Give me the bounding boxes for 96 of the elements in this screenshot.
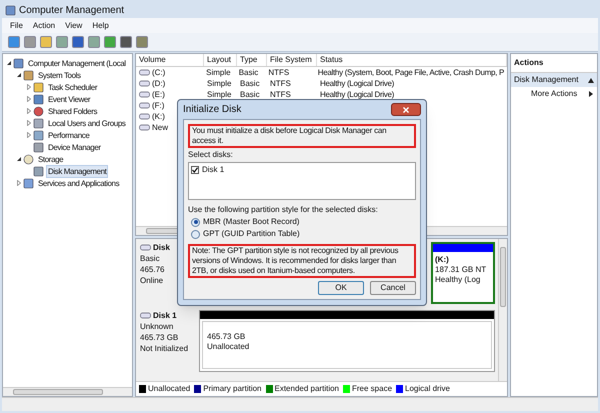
- disk-checkbox[interactable]: Disk 1: [191, 165, 224, 175]
- table-cell: (K:): [152, 110, 165, 122]
- action-link[interactable]: More Actions: [531, 88, 578, 100]
- drive-icon: [139, 67, 150, 78]
- tree-item[interactable]: Disk Management: [46, 164, 108, 178]
- column-header[interactable]: Volume: [136, 54, 204, 66]
- table-cell: Basic: [240, 88, 260, 100]
- tree-item[interactable]: Event Viewer: [46, 92, 92, 106]
- radio[interactable]: [191, 230, 200, 238]
- expand-arrow-icon[interactable]: [26, 120, 32, 126]
- table-cell: (C:): [152, 66, 166, 78]
- menu-item[interactable]: File: [10, 20, 23, 32]
- drive-icon: [139, 122, 150, 133]
- expand-arrow-icon[interactable]: [26, 108, 32, 114]
- table-cell: (E:): [152, 88, 165, 100]
- partition-detail: 465.73 GB: [207, 332, 246, 342]
- partition-style-label: Use the following partition style for the selected disks:: [188, 205, 378, 215]
- tree-item[interactable]: Services and Applications: [36, 176, 122, 190]
- partition-block[interactable]: (K:) 187.31 GB NT Healthy (Log: [431, 242, 495, 304]
- disk-detail: Online: [140, 275, 164, 286]
- check-icon: [192, 167, 198, 173]
- disk-detail: 465.73 GB: [140, 332, 178, 343]
- tree-item[interactable]: Task Scheduler: [46, 80, 100, 94]
- legend-label: Primary partition: [203, 383, 262, 395]
- dialog-note: Note: The GPT partition style is not recognized by all previous versions of Windows. It is recommended for disks larger than 2TB, or disks used on Itanium-based computers.: [188, 244, 416, 278]
- partition-label: (K:): [435, 255, 449, 265]
- table-cell: Simple: [207, 78, 232, 90]
- legend-label: Extended partition: [274, 383, 339, 395]
- dialog-button[interactable]: OK: [318, 281, 364, 295]
- close-button[interactable]: [391, 103, 421, 116]
- table-cell: Healthy (System, Boot, Page File, Active, Crash Dump, P: [318, 66, 504, 78]
- legend-label: Unallocated: [148, 383, 190, 395]
- dialog-message: You must initialize a disk before Logical Disk Manager can access it.: [188, 124, 416, 148]
- table-cell: Simple: [206, 66, 231, 78]
- table-cell: Healthy (Logical Drive): [320, 88, 394, 100]
- radio[interactable]: [191, 218, 200, 226]
- tree-item[interactable]: Local Users and Groups: [46, 116, 128, 130]
- select-disks-label: Select disks:: [188, 150, 233, 160]
- table-cell: New: [152, 122, 168, 134]
- dialog-button[interactable]: Cancel: [370, 281, 416, 295]
- expand-arrow-icon[interactable]: [26, 96, 32, 102]
- window-title: Computer Management: [19, 4, 124, 18]
- table-cell: Basic: [240, 78, 260, 90]
- submenu-arrow-icon: [589, 91, 593, 97]
- collapse-arrow-icon[interactable]: [588, 78, 594, 82]
- expand-arrow-icon[interactable]: [26, 132, 32, 138]
- collapse-arrow-icon[interactable]: [16, 156, 22, 162]
- disk-detail: Not Initialized: [140, 343, 188, 354]
- dialog-title: Initialize Disk: [183, 103, 242, 117]
- menu-item[interactable]: Action: [32, 20, 56, 32]
- partition-detail: Unallocated: [207, 342, 250, 352]
- expand-arrow-icon[interactable]: [26, 84, 32, 90]
- table-cell: (D:): [152, 78, 166, 90]
- tree-item[interactable]: Performance: [46, 128, 92, 142]
- column-header[interactable]: Status: [317, 54, 507, 66]
- drive-icon: [139, 100, 150, 111]
- partition-block[interactable]: 465.73 GB Unallocated: [199, 310, 495, 372]
- partition-style-radio[interactable]: GPT (GUID Partition Table): [191, 229, 300, 239]
- tree-item[interactable]: Storage: [36, 152, 66, 166]
- table-cell: Basic: [238, 66, 258, 78]
- column-header[interactable]: Type: [237, 54, 267, 66]
- expand-arrow-icon[interactable]: [16, 180, 22, 186]
- close-icon: [403, 106, 409, 112]
- column-header[interactable]: Layout: [204, 54, 237, 66]
- vertical-scrollbar[interactable]: [498, 239, 507, 381]
- action-section-header[interactable]: Disk Management: [511, 73, 597, 87]
- table-cell: NTFS: [268, 66, 290, 78]
- table-cell: (F:): [152, 100, 164, 112]
- collapse-arrow-icon[interactable]: [6, 60, 12, 66]
- tree-item[interactable]: System Tools: [36, 68, 83, 82]
- table-cell: Simple: [207, 88, 232, 100]
- legend-label: Logical drive: [405, 383, 450, 395]
- collapse-arrow-icon[interactable]: [16, 72, 22, 78]
- disk-name: Disk: [153, 242, 170, 253]
- disk-detail: Unknown: [140, 321, 174, 332]
- horizontal-scrollbar[interactable]: [3, 387, 132, 396]
- checkbox[interactable]: [191, 166, 199, 174]
- drive-icon: [139, 89, 150, 100]
- disk-detail: Basic: [140, 253, 160, 264]
- partition-detail: 187.31 GB NT: [435, 265, 486, 275]
- tree-item[interactable]: Shared Folders: [46, 104, 100, 118]
- table-cell: NTFS: [270, 78, 291, 90]
- legend-label: Free space: [352, 383, 392, 395]
- drive-icon: [139, 111, 150, 122]
- tree-item[interactable]: Computer Management (Local: [26, 56, 128, 70]
- menu-item[interactable]: View: [65, 20, 82, 32]
- menu-item[interactable]: Help: [92, 20, 109, 32]
- disk-name: Disk 1: [153, 310, 177, 321]
- partition-style-radio[interactable]: MBR (Master Boot Record): [191, 217, 300, 227]
- disk-detail: 465.76: [140, 264, 164, 275]
- column-header[interactable]: File System: [267, 54, 317, 66]
- drive-icon: [139, 78, 150, 89]
- partition-detail: Healthy (Log: [435, 275, 480, 285]
- table-cell: Healthy (Logical Drive): [320, 78, 394, 90]
- tree-item[interactable]: Device Manager: [46, 140, 103, 154]
- table-cell: NTFS: [270, 88, 291, 100]
